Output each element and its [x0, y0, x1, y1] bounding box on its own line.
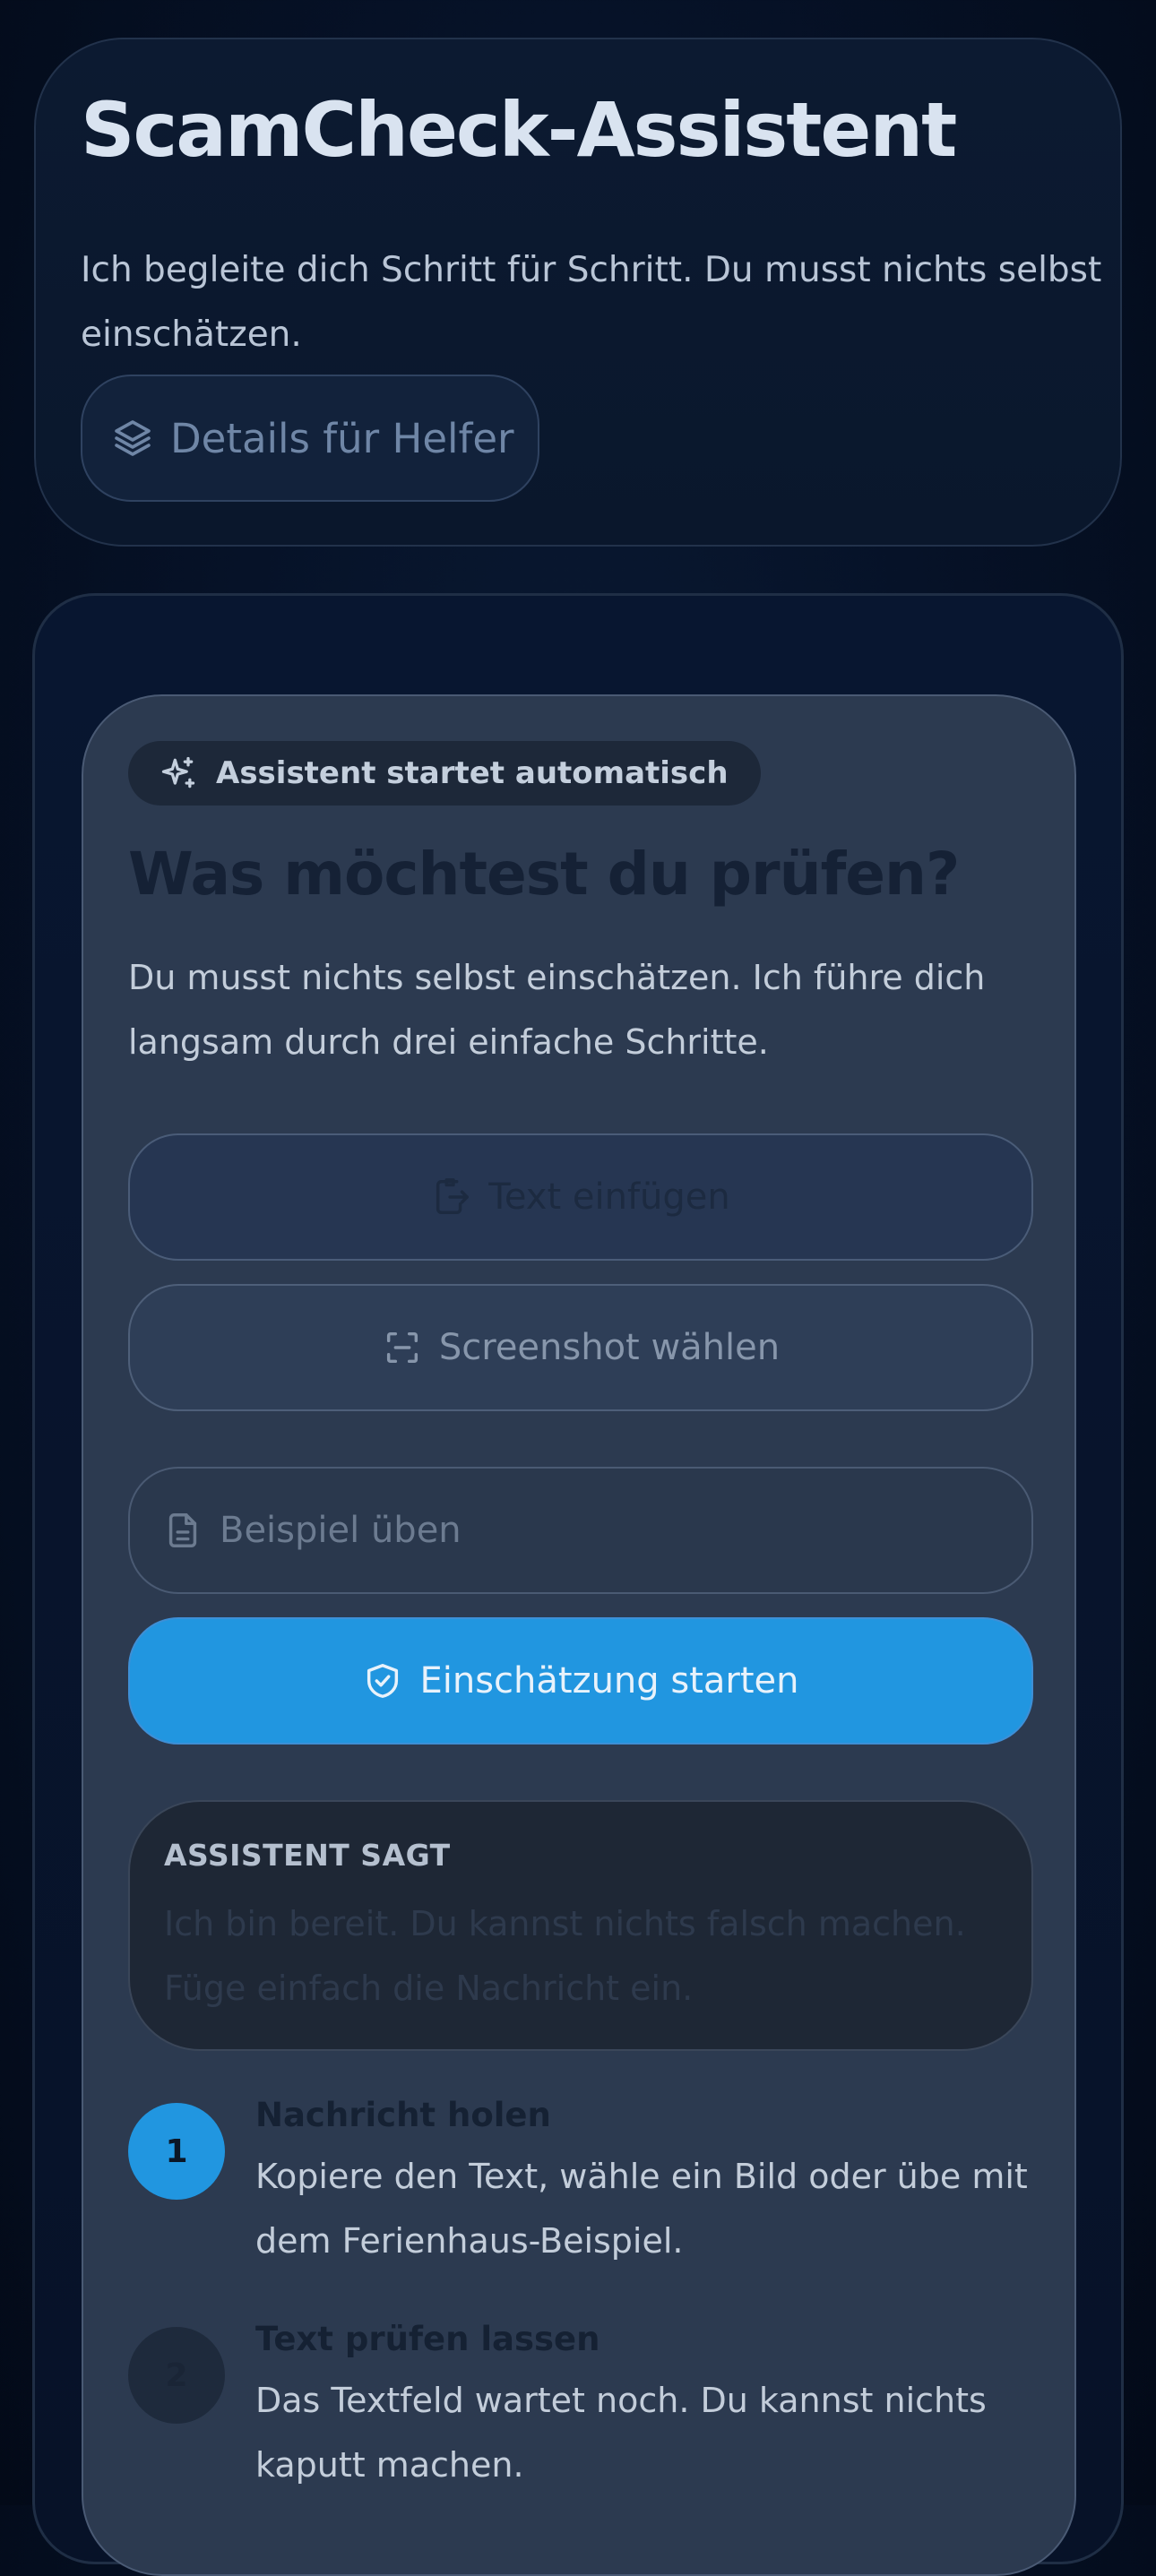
choose-screenshot-label: Screenshot wählen — [438, 1327, 781, 1368]
start-assessment-label: Einschätzung starten — [419, 1660, 799, 1702]
shield-check-icon — [362, 1660, 403, 1702]
start-assessment-button[interactable]: Einschätzung starten — [128, 1617, 1033, 1745]
app-title: ScamCheck-Assistent — [81, 86, 957, 174]
step-description: Kopiere den Text, wähle ein Bild oder üb… — [255, 2157, 1028, 2261]
paste-text-label: Text einfügen — [488, 1176, 730, 1218]
paste-text-button[interactable]: Text einfügen — [128, 1133, 1033, 1261]
question-intro: Du musst nichts selbst einschätzen. Ich … — [128, 958, 986, 1062]
practice-example-button[interactable]: Beispiel üben — [128, 1467, 1033, 1594]
question-title: Was möchtest du prüfen? — [128, 840, 960, 909]
helper-details-button[interactable]: Details für Helfer — [81, 375, 539, 502]
auto-start-badge: Assistent startet automatisch — [128, 741, 761, 806]
sparkles-icon — [159, 754, 198, 793]
step-title: Nachricht holen — [255, 2096, 551, 2134]
assistant-panel: Assistent startet automatisch Was möchte… — [82, 694, 1076, 2576]
document-icon — [162, 1510, 203, 1551]
assistant-says-box: ASSISTENT SAGT Ich bin bereit. Du kannst… — [128, 1800, 1033, 2051]
choose-screenshot-button[interactable]: Screenshot wählen — [128, 1284, 1033, 1411]
app-subtitle: Ich begleite dich Schritt für Schritt. D… — [81, 250, 1102, 355]
auto-start-label: Assistent startet automatisch — [216, 755, 729, 791]
main-card: Assistent startet automatisch Was möchte… — [32, 593, 1124, 2576]
header-card: ScamCheck-Assistent Ich begleite dich Sc… — [34, 38, 1122, 547]
step-number-badge: 2 — [128, 2327, 225, 2424]
scan-icon — [382, 1327, 423, 1368]
assistant-says-text: Ich bin bereit. Du kannst nichts falsch … — [164, 1904, 966, 2008]
assistant-says-label: ASSISTENT SAGT — [164, 1838, 451, 1873]
practice-example-label: Beispiel üben — [220, 1510, 462, 1551]
helper-details-label: Details für Helfer — [170, 414, 514, 462]
paste-icon — [431, 1176, 472, 1218]
step-title: Text prüfen lassen — [255, 2320, 600, 2358]
step-description: Das Textfeld wartet noch. Du kannst nich… — [255, 2381, 987, 2485]
layers-icon — [111, 417, 154, 460]
step-number-badge: 1 — [128, 2103, 225, 2200]
